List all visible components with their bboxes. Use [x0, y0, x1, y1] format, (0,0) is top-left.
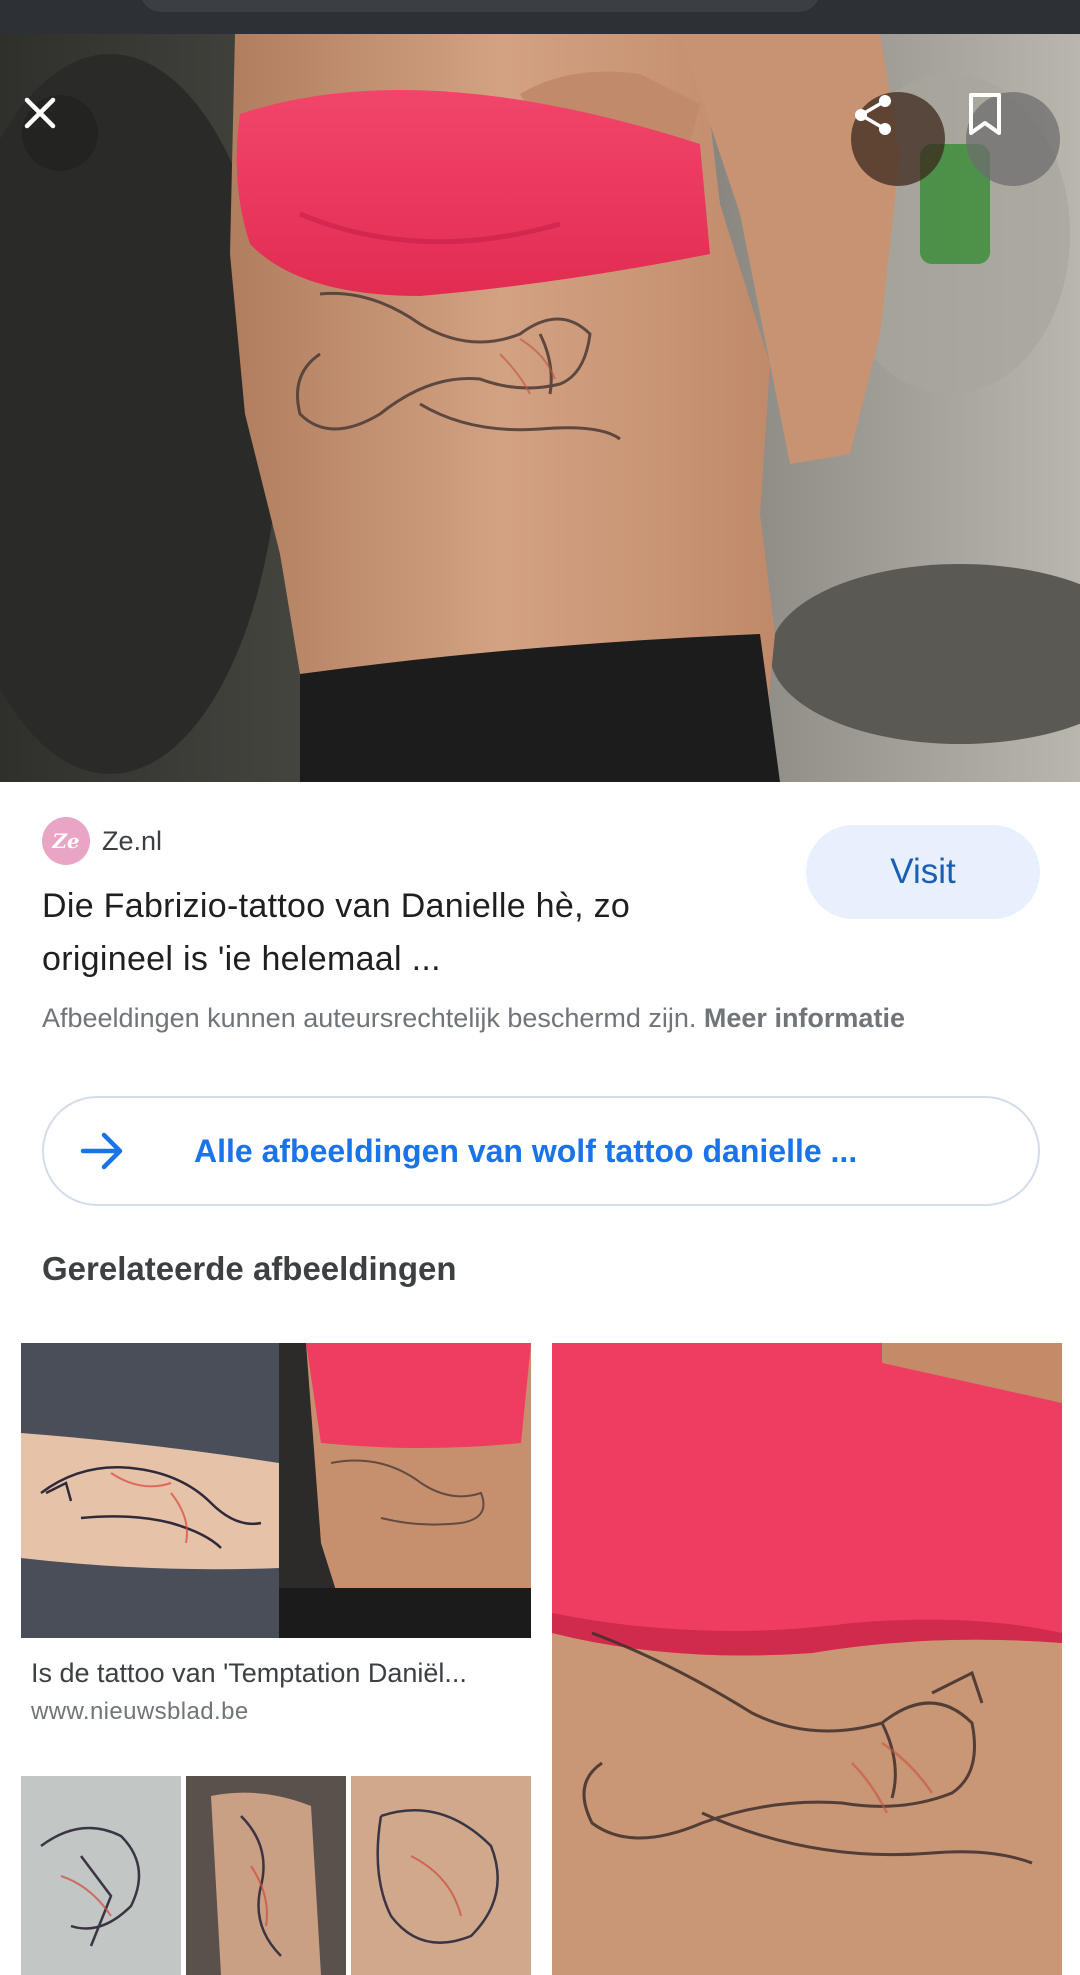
all-images-button[interactable]: Alle afbeeldingen van wolf tattoo daniel… [42, 1096, 1040, 1206]
related-image-3-photo [21, 1776, 531, 1975]
related-site-1: www.nieuwsblad.be [31, 1698, 249, 1725]
main-image [0, 34, 1080, 782]
copyright-text: Afbeeldingen kunnen auteursrechtelijk be… [42, 1003, 704, 1033]
save-button[interactable] [966, 92, 1060, 186]
copyright-notice: Afbeeldingen kunnen auteursrechtelijk be… [42, 1003, 1052, 1034]
related-heading: Gerelateerde afbeeldingen [42, 1250, 457, 1287]
all-images-label: Alle afbeeldingen van wolf tattoo daniel… [194, 1132, 858, 1169]
visit-button[interactable]: Visit [806, 825, 1040, 919]
image-title[interactable]: Die Fabrizio-tattoo van Danielle hè, zo … [42, 880, 762, 986]
share-button[interactable] [851, 92, 945, 186]
source-name: Ze.nl [102, 825, 163, 856]
more-info-link[interactable]: Meer informatie [704, 1003, 905, 1033]
related-image-3[interactable] [21, 1776, 531, 1975]
source-info[interactable]: Ze Ze.nl [42, 817, 162, 865]
close-icon [24, 97, 56, 129]
bookmark-icon [969, 93, 1001, 135]
share-icon [855, 95, 891, 135]
search-bar-edge[interactable] [140, 0, 820, 12]
related-image-2-photo [552, 1343, 1062, 1975]
related-image-1-photo [21, 1343, 531, 1638]
close-button[interactable] [22, 95, 98, 171]
top-bar [0, 0, 1080, 34]
related-caption-1[interactable]: Is de tattoo van 'Temptation Daniël... [31, 1658, 526, 1689]
related-image-2[interactable] [552, 1343, 1062, 1975]
arrow-right-icon [80, 1132, 123, 1170]
source-favicon: Ze [42, 817, 90, 865]
related-image-1[interactable] [21, 1343, 531, 1638]
